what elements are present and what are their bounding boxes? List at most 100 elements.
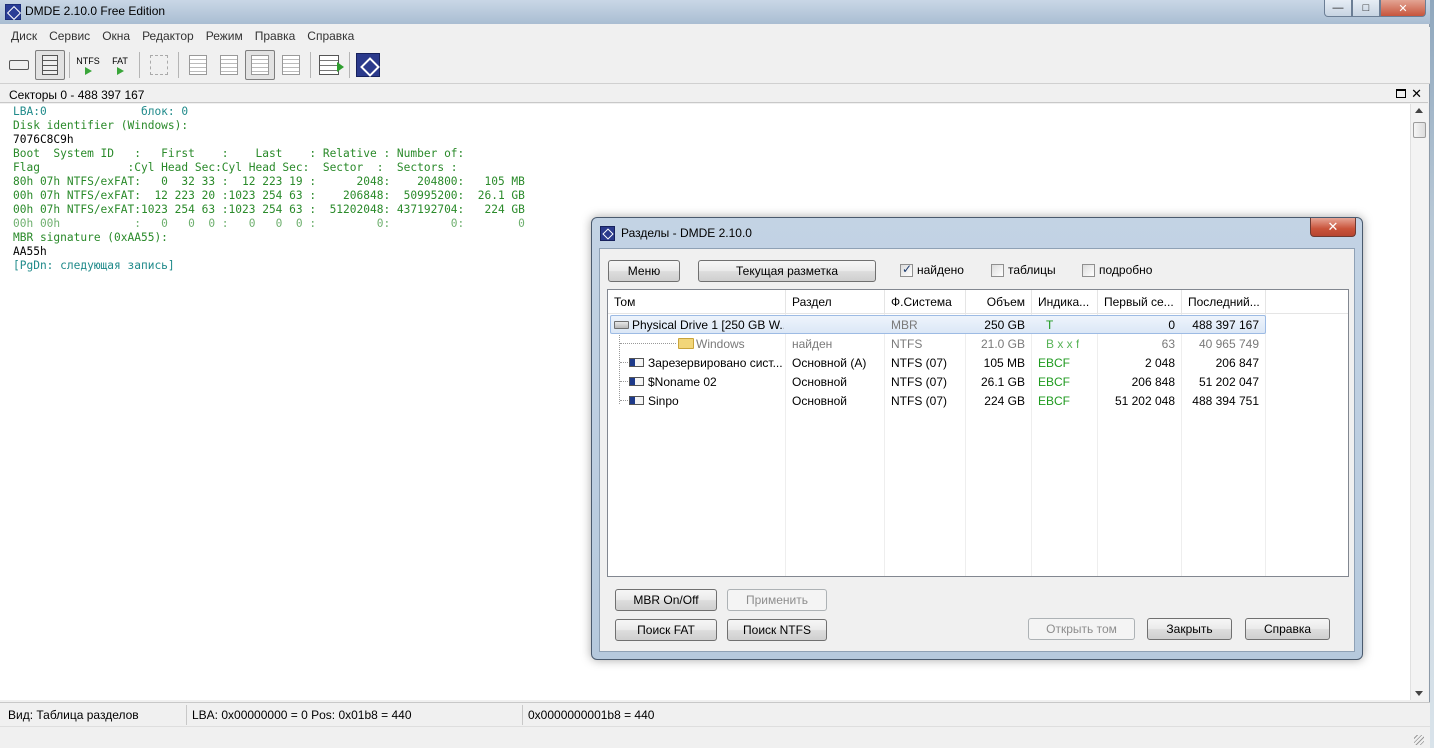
fat-search-button[interactable]: FAT <box>105 50 135 80</box>
cell-first-sector: 0 <box>1168 318 1175 332</box>
column-divider <box>1265 314 1266 576</box>
minimize-button[interactable]: — <box>1324 0 1352 17</box>
menu-editor[interactable]: Редактор <box>136 27 200 46</box>
sector-range-title: Секторы 0 - 488 397 167 <box>9 88 145 102</box>
cell-indicators: T <box>1046 318 1054 332</box>
scroll-thumb[interactable] <box>1413 122 1426 138</box>
new-button[interactable] <box>144 50 174 80</box>
editor-line: MBR signature (0xAA55): <box>13 231 168 244</box>
menu-button[interactable]: Меню <box>608 260 680 282</box>
sparkle-doc-icon <box>150 55 168 75</box>
table-doc-icon <box>251 55 269 75</box>
editor-line: 00h 07h NTFS/exFAT:1023 254 63 :1023 254… <box>13 203 525 216</box>
current-layout-button[interactable]: Текущая разметка <box>698 260 876 282</box>
partition-icon <box>629 358 644 367</box>
find-fat-button[interactable]: Поиск FAT <box>615 619 717 641</box>
detailed-checkbox[interactable]: подробно <box>1082 263 1152 277</box>
column-header-partition[interactable]: Раздел <box>786 290 885 314</box>
editor-line: [PgDn: следующая запись] <box>13 259 175 272</box>
tree-connector <box>620 362 628 363</box>
toolbar-separator <box>139 52 140 78</box>
scroll-up-icon[interactable] <box>1415 108 1423 113</box>
ntfs-search-button[interactable]: NTFS <box>73 50 103 80</box>
dialog-close-action-button[interactable]: Закрыть <box>1147 618 1232 640</box>
column-divider <box>1181 314 1182 576</box>
dialog-close-button[interactable]: ✕ <box>1310 218 1356 237</box>
template-view-button[interactable] <box>245 50 275 80</box>
cell-filesystem: MBR <box>891 318 918 332</box>
cell-first-sector: 2 048 <box>1144 356 1175 370</box>
column-divider <box>1031 314 1032 576</box>
menu-mode[interactable]: Режим <box>200 27 249 46</box>
menu-disk[interactable]: Диск <box>5 27 43 46</box>
partitions-icon <box>42 55 58 75</box>
mbr-toggle-button[interactable]: MBR On/Off <box>615 589 717 611</box>
partition-icon <box>629 377 644 386</box>
column-header-first-sector[interactable]: Первый се... <box>1098 290 1182 314</box>
editor-line: Disk identifier (Windows): <box>13 119 189 132</box>
tables-label: таблицы <box>1008 263 1056 277</box>
select-drive-button[interactable] <box>4 50 34 80</box>
cell-last-sector: 488 394 751 <box>1192 394 1259 408</box>
column-header-volume[interactable]: Том <box>608 290 786 314</box>
toolbar-separator <box>349 52 350 78</box>
cell-last-sector: 206 847 <box>1215 356 1259 370</box>
open-volume-button[interactable]: Открыть том <box>1028 618 1135 640</box>
cell-filesystem: NTFS (07) <box>891 356 948 370</box>
cell-partition: найден <box>792 337 833 351</box>
menu-help[interactable]: Справка <box>301 27 360 46</box>
editor-line: 00h 00h : 0 0 0 : 0 0 0 : 0: 0: 0 <box>13 217 525 230</box>
cell-volume: Зарезервировано сист... <box>648 356 783 370</box>
dialog-body: Меню Текущая разметка найдено таблицы по… <box>599 248 1355 652</box>
editor-line: AA55h <box>13 245 47 258</box>
find-button[interactable] <box>276 50 306 80</box>
column-header-indicators[interactable]: Индика... <box>1032 290 1098 314</box>
found-checkbox[interactable]: найдено <box>900 262 964 277</box>
sector-panel-header: Секторы 0 - 488 397 167 ✕ <box>0 86 1428 103</box>
checkbox-box[interactable] <box>991 263 1004 277</box>
maximize-button[interactable]: □ <box>1352 0 1380 17</box>
cell-size: 224 GB <box>984 394 1025 408</box>
resize-grip-icon[interactable] <box>1414 735 1424 745</box>
tables-checkbox[interactable]: таблицы <box>991 263 1056 277</box>
checkbox-box[interactable] <box>900 262 913 277</box>
cell-first-sector: 51 202 048 <box>1114 394 1175 408</box>
maximize-icon[interactable] <box>1396 89 1406 98</box>
column-header-last-sector[interactable]: Последний... <box>1182 290 1266 314</box>
text-view-button[interactable] <box>214 50 244 80</box>
dmde-app-icon <box>5 4 21 20</box>
cell-first-sector: 63 <box>1161 337 1175 351</box>
menu-windows[interactable]: Окна <box>96 27 136 46</box>
editor-line: 80h 07h NTFS/exFAT: 0 32 33 : 12 223 19 … <box>13 175 525 188</box>
panel-close-icon[interactable]: ✕ <box>1411 86 1422 102</box>
toolbar: NTFS FAT <box>0 46 1430 84</box>
export-button[interactable] <box>314 50 344 80</box>
apply-button[interactable]: Применить <box>727 589 827 611</box>
cell-size: 105 MB <box>983 356 1025 370</box>
folder-icon <box>678 338 694 349</box>
column-header-filesystem[interactable]: Ф.Система <box>885 290 966 314</box>
hex-view-button[interactable] <box>183 50 213 80</box>
menu-service[interactable]: Сервис <box>43 27 96 46</box>
column-divider <box>884 314 885 576</box>
about-button[interactable] <box>353 50 383 80</box>
find-ntfs-button[interactable]: Поиск NTFS <box>727 619 827 641</box>
menu-bar: Диск Сервис Окна Редактор Режим Правка С… <box>0 27 1430 46</box>
title-bar[interactable]: DMDE 2.10.0 Free Edition — □ ✕ <box>0 0 1430 24</box>
scroll-down-icon[interactable] <box>1415 691 1423 696</box>
cell-filesystem: NTFS (07) <box>891 394 948 408</box>
partitions-button[interactable] <box>35 50 65 80</box>
cell-size: 26.1 GB <box>980 375 1025 389</box>
window-controls: — □ ✕ <box>1324 0 1426 17</box>
export-icon <box>319 55 344 75</box>
help-button[interactable]: Справка <box>1245 618 1330 640</box>
menu-edit[interactable]: Правка <box>249 27 302 46</box>
cell-size: 250 GB <box>984 318 1025 332</box>
partitions-table[interactable]: Том Раздел Ф.Система Объем Индика... Пер… <box>607 289 1349 577</box>
cell-last-sector: 40 965 749 <box>1198 337 1259 351</box>
play-arrow-icon <box>84 66 92 75</box>
checkbox-box[interactable] <box>1082 263 1095 277</box>
close-button[interactable]: ✕ <box>1380 0 1426 17</box>
column-header-size[interactable]: Объем <box>966 290 1032 314</box>
vertical-scrollbar[interactable] <box>1410 104 1428 700</box>
